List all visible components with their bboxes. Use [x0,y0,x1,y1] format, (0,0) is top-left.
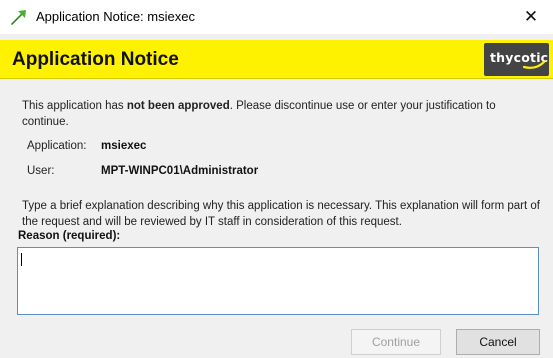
application-value: msiexec [101,140,147,152]
window-titlebar: Application Notice: msiexec ✕ [0,0,553,34]
message-emphasis: not been approved [126,100,230,112]
continue-button[interactable]: Continue [351,329,441,355]
dialog-content: This application has not been approved. … [0,80,553,358]
user-value: MPT-WINPC01\Administrator [101,165,259,177]
approval-message: This application has not been approved. … [22,98,532,130]
text-caret [21,253,22,266]
reason-label: Reason (required): [18,230,121,242]
message-text-start: This application has [22,100,127,112]
close-button[interactable]: ✕ [509,0,553,34]
window-title: Application Notice: msiexec [36,9,195,24]
thycotic-logo: thycotic [484,43,549,76]
user-label: User: [27,165,55,177]
reason-input[interactable] [17,247,539,315]
green-arrow-icon [11,10,26,25]
cancel-button[interactable]: Cancel [456,329,540,355]
application-label: Application: [27,140,87,152]
header-banner: Application Notice thycotic [0,40,553,79]
logo-swoosh-icon [522,60,546,69]
banner-title: Application Notice [12,49,179,70]
close-icon: ✕ [523,7,539,26]
explanation-text: Type a brief explanation describing why … [22,200,540,228]
